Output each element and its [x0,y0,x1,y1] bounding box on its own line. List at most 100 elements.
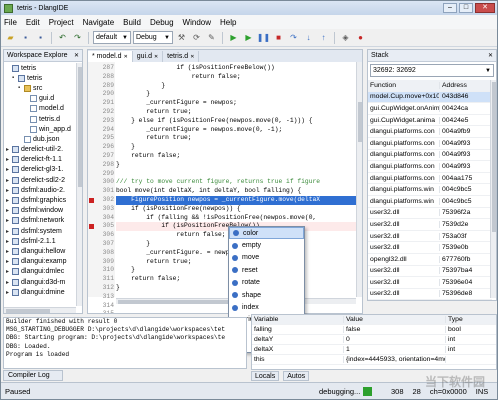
breakpoint-marker-icon[interactable] [89,198,94,203]
autocomplete-item[interactable]: index [229,301,304,313]
editor-scrollbar[interactable] [356,62,362,297]
step-over-icon[interactable]: ↷ [287,31,300,44]
stack-frame-row[interactable]: user32.dll 7539d2e [368,219,492,231]
scroll-thumb[interactable] [6,309,50,313]
autocomplete-item[interactable]: shape [229,289,304,301]
tree-item[interactable]: ▪ tetris [4,73,76,83]
menu-file[interactable]: File [4,18,17,27]
breakpoint-icon[interactable]: ● [354,31,367,44]
tree-item[interactable]: ▸ dlangui:dmine [4,287,76,297]
bookmark-icon[interactable]: ◈ [339,31,352,44]
stack-frame-row[interactable]: user32.dll 753a03f [368,231,492,243]
variable-row[interactable]: falling false bool [252,325,496,335]
tree-item[interactable]: ▸ dlangui:examp [4,257,76,267]
close-icon[interactable]: ✕ [74,52,79,59]
tree-item[interactable]: ▸ dsfml:network [4,216,76,226]
stop-icon[interactable]: ■ [272,31,285,44]
tree-item[interactable]: ▸ dsfml:window [4,206,76,216]
stack-frame-row[interactable]: dlangui.platforms.con 004a9f93 [368,150,492,162]
redo-icon[interactable]: ↷ [71,31,84,44]
tab-locals[interactable]: Locals [251,371,280,381]
configuration-select[interactable]: default ▼ [93,31,131,44]
stack-frame-row[interactable]: opengl32.dll 677760fb [368,254,492,266]
rebuild-icon[interactable]: ⟳ [190,31,203,44]
tree-item[interactable]: dub.json [4,134,76,144]
scroll-thumb[interactable] [492,82,496,232]
breakpoint-marker-icon[interactable] [89,224,94,230]
step-out-icon[interactable]: ↑ [317,31,330,44]
tree-item[interactable]: tetris [4,63,76,73]
tree-item[interactable]: tetris.d [4,114,76,124]
tree-item[interactable]: ▸ dlangui:d3d-m [4,277,76,287]
maximize-button[interactable]: □ [459,3,473,13]
stack-frame-row[interactable]: dlangui.platforms.con 004a9f93 [368,161,492,173]
tree-item[interactable]: ▸ derelict-sdl2-2 [4,175,76,185]
variable-row[interactable]: this{index=4445933, orientation=4model.F… [252,355,496,365]
pause-icon[interactable]: ❚❚ [257,31,270,44]
close-button[interactable]: ✕ [475,3,495,13]
stack-frame-row[interactable]: dlangui.platforms.con 004a9f93 [368,138,492,150]
close-icon[interactable]: ✕ [154,54,158,60]
stack-frame-row[interactable]: model.Cup.move+0x10 043d846 [368,91,492,104]
open-folder-icon[interactable]: ▰ [4,31,17,44]
menu-edit[interactable]: Edit [26,18,40,27]
build-type-select[interactable]: Debug ▼ [133,31,173,44]
scroll-thumb[interactable] [358,102,362,142]
save-all-icon[interactable]: ▪ [34,31,47,44]
column-header[interactable]: Address [440,82,492,89]
editor-tab[interactable]: * model.d ✕ [88,51,133,62]
clean-icon[interactable]: ✎ [205,31,218,44]
stack-frame-row[interactable]: user32.dll 75397ba4 [368,266,492,278]
menu-project[interactable]: Project [49,18,74,27]
autocomplete-item[interactable]: reset [229,264,304,276]
menu-build[interactable]: Build [123,18,141,27]
tab-autos[interactable]: Autos [283,371,310,381]
tree-item[interactable]: ▪ src [4,83,76,93]
scroll-thumb[interactable] [78,67,82,187]
tree-item[interactable]: ▸ dsfml-2.1.1 [4,236,76,246]
stack-frame-row[interactable]: dlangui.platforms.win 004c9bc5 [368,196,492,208]
minimize-button[interactable]: – [443,3,457,13]
stack-frame-row[interactable]: user32.dll 75396e04 [368,277,492,289]
close-icon[interactable]: ✕ [190,54,194,60]
step-into-icon[interactable]: ↓ [302,31,315,44]
stack-frame-row[interactable]: user32.dll 7539e0b [368,242,492,254]
build-icon[interactable]: ⚒ [175,31,188,44]
close-icon[interactable]: ✕ [488,52,493,59]
stack-frame-row[interactable]: gui.CupWidget.anima 00424e5 [368,115,492,127]
stack-frame-row[interactable]: dlangui.platforms.con 004a9fb9 [368,126,492,138]
tree-item[interactable]: ▸ derelict-util-2. [4,145,76,155]
autocomplete-item[interactable]: rotate [229,277,304,289]
tree-item[interactable]: win_app.d [4,124,76,134]
tree-item[interactable]: ▸ dsfml:graphics [4,195,76,205]
save-icon[interactable]: ▪ [19,31,32,44]
workspace-scrollbar[interactable] [76,63,82,306]
menu-debug[interactable]: Debug [150,18,174,27]
column-header[interactable]: Variable [252,316,344,323]
column-header[interactable]: Type [446,316,492,323]
autocomplete-item[interactable]: color [229,227,304,240]
menu-navigate[interactable]: Navigate [83,18,115,27]
stack-frame-row[interactable]: user32.dll75396de8 [368,289,492,300]
tree-item[interactable]: ▸ dsfml:system [4,226,76,236]
tree-item[interactable]: ▸ derelict-gl3-1. [4,165,76,175]
column-header[interactable]: Value [344,316,446,323]
tree-item[interactable]: ▸ dlangui:dmlec [4,267,76,277]
editor-tab[interactable]: tetris.d ✕ [163,51,200,62]
close-icon[interactable]: ✕ [124,54,128,60]
stack-frame-row[interactable]: user32.dll 75396f2a [368,208,492,220]
variable-row[interactable]: deltaY 0 int [252,335,496,345]
menu-help[interactable]: Help [220,18,236,27]
tree-item[interactable]: ▸ derelict-ft-1.1 [4,155,76,165]
variable-row[interactable]: deltaX 1 int [252,345,496,355]
stack-frame-row[interactable]: dlangui.platforms.con 004aa175 [368,173,492,185]
undo-icon[interactable]: ↶ [56,31,69,44]
debug-run-icon[interactable]: ▶ [242,31,255,44]
stack-frame-row[interactable]: gui.CupWidget.onAnim 00424ca [368,103,492,115]
autocomplete-item[interactable]: empty [229,239,304,251]
tree-item[interactable]: ▸ dlangui:hellow [4,246,76,256]
thread-select[interactable]: 32692: 32692 ▼ [370,64,494,77]
tab-compiler-log[interactable]: Compiler Log [3,370,63,381]
stack-frame-row[interactable]: dlangui.platforms.win 004c9bc5 [368,184,492,196]
column-header[interactable]: Function [368,81,440,89]
